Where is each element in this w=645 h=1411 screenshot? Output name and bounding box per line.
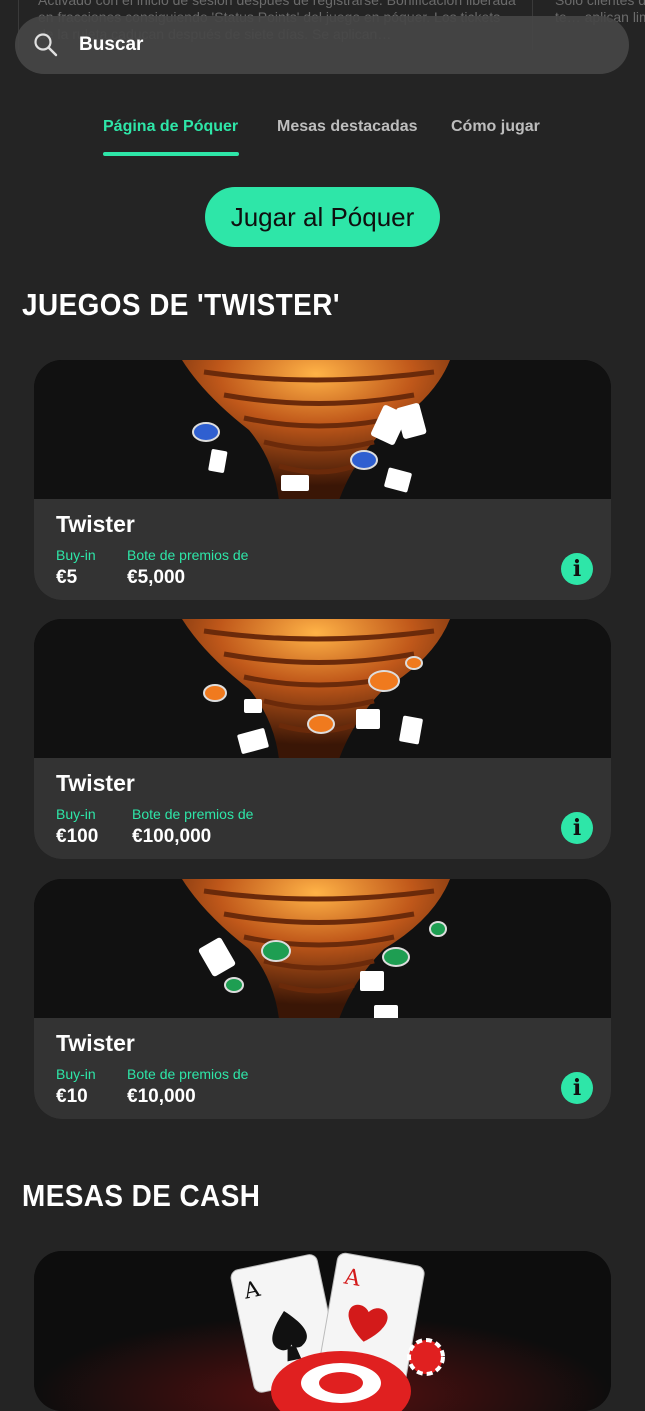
card-info: Twister Buy-in Bote de premios de €10 €1…	[34, 1018, 611, 1119]
tornado-image	[34, 619, 611, 759]
prize-label: Bote de premios de	[132, 806, 254, 822]
tab-mesas-destacadas[interactable]: Mesas destacadas	[277, 118, 418, 136]
active-tab-indicator	[103, 152, 239, 156]
buyin-value: €100	[56, 826, 99, 847]
tornado-image	[34, 879, 611, 1019]
prize-label: Bote de premios de	[127, 1066, 249, 1082]
tornado-image	[34, 360, 611, 500]
search-label: Buscar	[79, 34, 144, 55]
buyin-value: €5	[56, 567, 78, 588]
tab-como-jugar[interactable]: Cómo jugar	[451, 118, 540, 136]
section-title-twister: JUEGOS DE 'TWISTER'	[22, 287, 340, 322]
twister-card[interactable]: Twister Buy-in Bote de premios de €100 €…	[34, 619, 611, 859]
card-info: Twister Buy-in Bote de premios de €100 €…	[34, 758, 611, 859]
play-poker-button[interactable]: Jugar al Póquer	[205, 187, 440, 247]
game-name: Twister	[56, 1030, 135, 1056]
prize-value: €100,000	[132, 826, 212, 847]
buyin-label: Buy-in	[56, 1066, 96, 1082]
tab-pagina-de-poquer[interactable]: Página de Póquer	[103, 118, 238, 136]
tab-bar: Página de Póquer Mesas destacadas Cómo j…	[0, 118, 645, 158]
twister-card[interactable]: Twister Buy-in Bote de premios de €5 €5,…	[34, 360, 611, 600]
prize-label: Bote de premios de	[127, 547, 249, 563]
game-name: Twister	[56, 770, 135, 796]
buyin-label: Buy-in	[56, 547, 96, 563]
cash-table-card[interactable]: A A	[34, 1251, 611, 1411]
section-title-cash: MESAS DE CASH	[22, 1178, 261, 1213]
search-bar[interactable]: Buscar	[15, 16, 629, 74]
cards-and-chips-image: A A	[34, 1251, 611, 1411]
info-icon[interactable]: i	[561, 812, 593, 844]
info-icon[interactable]: i	[561, 553, 593, 585]
buyin-value: €10	[56, 1086, 88, 1107]
card-info: Twister Buy-in Bote de premios de €5 €5,…	[34, 499, 611, 600]
prize-value: €10,000	[127, 1086, 196, 1107]
search-icon	[34, 33, 58, 57]
prize-value: €5,000	[127, 567, 186, 588]
twister-card[interactable]: Twister Buy-in Bote de premios de €10 €1…	[34, 879, 611, 1119]
info-icon[interactable]: i	[561, 1072, 593, 1104]
game-name: Twister	[56, 511, 135, 537]
buyin-label: Buy-in	[56, 806, 96, 822]
